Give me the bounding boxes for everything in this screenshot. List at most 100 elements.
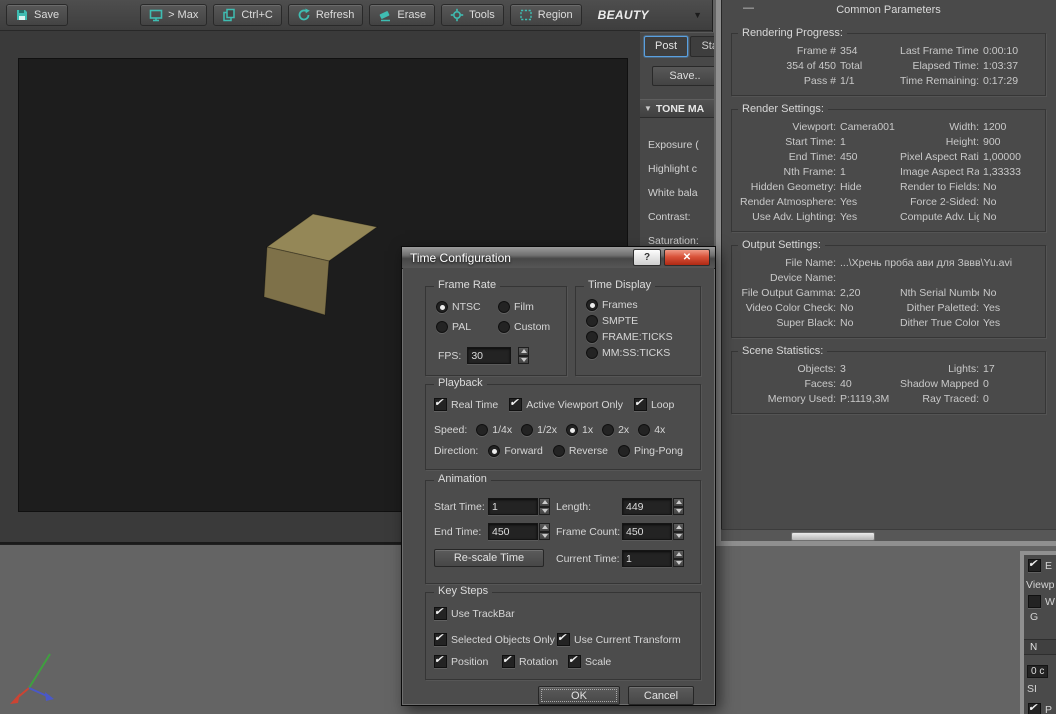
group-title: Animation	[434, 473, 491, 485]
spinner[interactable]	[539, 498, 550, 515]
param-value: Yes	[983, 301, 1037, 316]
scrollbar-thumb[interactable]	[791, 532, 875, 541]
radio-option[interactable]: 1x	[566, 424, 593, 436]
close-button[interactable]: ✕	[664, 249, 710, 266]
radio-icon	[436, 301, 448, 313]
radio-option[interactable]: Film	[498, 301, 560, 313]
spinner[interactable]	[673, 550, 684, 567]
param-label: Height:	[900, 135, 979, 150]
region-button[interactable]: Region	[510, 4, 582, 26]
param-label: Time Remaining:	[900, 74, 979, 89]
param-label: Compute Adv. Lighting:	[900, 210, 979, 225]
bottom-right-panel: E Viewp W G N 0 c SI P	[1020, 551, 1056, 714]
spinner[interactable]	[673, 523, 684, 540]
frame-count-field[interactable]	[622, 523, 672, 540]
checkbox-option[interactable]: Loop	[634, 398, 674, 411]
dialog-titlebar[interactable]: Time Configuration ? ✕	[402, 247, 715, 269]
radio-label: 4x	[654, 424, 665, 436]
tone-mapping-rollout[interactable]: ▼ TONE MA	[640, 99, 714, 118]
table-row: Objects: 3 Lights: 17	[740, 362, 1037, 377]
copy-icon	[222, 8, 236, 22]
help-button[interactable]: ?	[633, 249, 661, 266]
radio-option[interactable]: Custom	[498, 321, 560, 333]
rotation-checkbox[interactable]: Rotation	[502, 655, 558, 668]
copy-button[interactable]: Ctrl+C	[213, 4, 281, 26]
rollout-fragment[interactable]: N	[1024, 639, 1056, 655]
radio-icon	[521, 424, 533, 436]
radio-option[interactable]: Ping-Pong	[618, 445, 683, 457]
radio-option[interactable]: 4x	[638, 424, 665, 436]
frame-rate-options: NTSC Film PAL	[436, 301, 560, 333]
param-value: 354	[840, 44, 896, 59]
radio-option[interactable]: 1/4x	[476, 424, 512, 436]
checkbox-fragment[interactable]: E	[1028, 559, 1052, 572]
tools-button[interactable]: Tools	[441, 4, 504, 26]
scale-checkbox[interactable]: Scale	[568, 655, 611, 668]
start-time-label: Start Time:	[434, 501, 485, 513]
ok-button[interactable]: OK	[538, 686, 620, 705]
radio-label: Reverse	[569, 445, 608, 457]
tab-post[interactable]: Post	[644, 36, 688, 57]
common-parameters-header[interactable]: — Common Parameters	[721, 0, 1056, 20]
checkbox-label: E	[1045, 560, 1052, 572]
table-row: 354 of 450 Total Elapsed Time: 1:03:37	[740, 59, 1037, 74]
checkbox-label: Use Current Transform	[574, 634, 681, 646]
radio-label: Frames	[602, 299, 638, 311]
current-time-field[interactable]	[622, 550, 672, 567]
save-image-button[interactable]: Save..	[652, 66, 714, 86]
render-settings-section: Render Settings: Viewport: Camera001 Wid…	[731, 109, 1046, 232]
end-time-field[interactable]	[488, 523, 538, 540]
param-label: Start Time:	[740, 135, 836, 150]
param-label: Objects:	[740, 362, 836, 377]
fps-field[interactable]	[467, 347, 511, 364]
checkbox-option[interactable]: Real Time	[434, 398, 498, 411]
param-value: Camera001	[840, 120, 896, 135]
frame-rate-group: Frame Rate NTSC Film	[425, 286, 567, 376]
length-field[interactable]	[622, 498, 672, 515]
radio-option[interactable]: Forward	[488, 445, 543, 457]
start-time-field[interactable]	[488, 498, 538, 515]
spinner[interactable]	[539, 523, 550, 540]
speed-options: 1/4x 1/2x 1x	[476, 424, 665, 436]
use-current-transform-checkbox[interactable]: Use Current Transform	[557, 633, 681, 646]
radio-option[interactable]: PAL	[436, 321, 498, 333]
checkbox-label: Selected Objects Only	[451, 634, 555, 646]
rescale-time-button[interactable]: Re-scale Time	[434, 549, 544, 567]
radio-icon	[488, 445, 500, 457]
position-checkbox[interactable]: Position	[434, 655, 488, 668]
checkbox-option[interactable]: Active Viewport Only	[509, 398, 623, 411]
erase-button[interactable]: Erase	[369, 4, 435, 26]
value-field[interactable]: 0 c	[1027, 665, 1048, 678]
checkbox-fragment[interactable]: P	[1028, 703, 1052, 714]
max-button[interactable]: > Max	[140, 4, 207, 26]
table-row: Viewport: Camera001 Width: 1200	[740, 120, 1037, 135]
param-label: Last Frame Time:	[900, 44, 979, 59]
radio-option[interactable]: NTSC	[436, 301, 498, 313]
save-button[interactable]: Save	[6, 4, 68, 26]
radio-option[interactable]: SMPTE	[586, 315, 673, 327]
radio-option[interactable]: 1/2x	[521, 424, 557, 436]
direction-options: Forward Reverse Ping-Pong	[488, 445, 683, 457]
cancel-button[interactable]: Cancel	[628, 686, 694, 705]
render-settings-rows: Viewport: Camera001 Width: 1200 Start Ti…	[740, 120, 1037, 225]
radio-option[interactable]: 2x	[602, 424, 629, 436]
value-fragment[interactable]: 0 c	[1027, 665, 1048, 678]
end-time-label: End Time:	[434, 526, 481, 538]
use-trackbar-checkbox[interactable]: Use TrackBar	[434, 607, 515, 620]
spinner[interactable]	[518, 347, 529, 364]
refresh-button[interactable]: Refresh	[288, 4, 364, 26]
radio-option[interactable]: Reverse	[553, 445, 608, 457]
param-value: 1/1	[840, 74, 896, 89]
selected-objects-only-checkbox[interactable]: Selected Objects Only	[434, 633, 555, 646]
radio-option[interactable]: FRAME:TICKS	[586, 331, 673, 343]
param-value: 1,33333	[983, 165, 1037, 180]
radio-option[interactable]: Frames	[586, 299, 673, 311]
chevron-down-icon[interactable]: ▼	[693, 10, 702, 20]
param-label: Nth Frame:	[740, 165, 836, 180]
spinner[interactable]	[673, 498, 684, 515]
tab-stats[interactable]: Stats	[690, 36, 714, 57]
horizontal-scrollbar[interactable]	[721, 529, 1056, 541]
radio-option[interactable]: MM:SS:TICKS	[586, 347, 673, 359]
checkbox-fragment[interactable]: W	[1028, 595, 1055, 608]
key-steps-group: Key Steps Use TrackBar Selected Objects …	[425, 592, 701, 680]
